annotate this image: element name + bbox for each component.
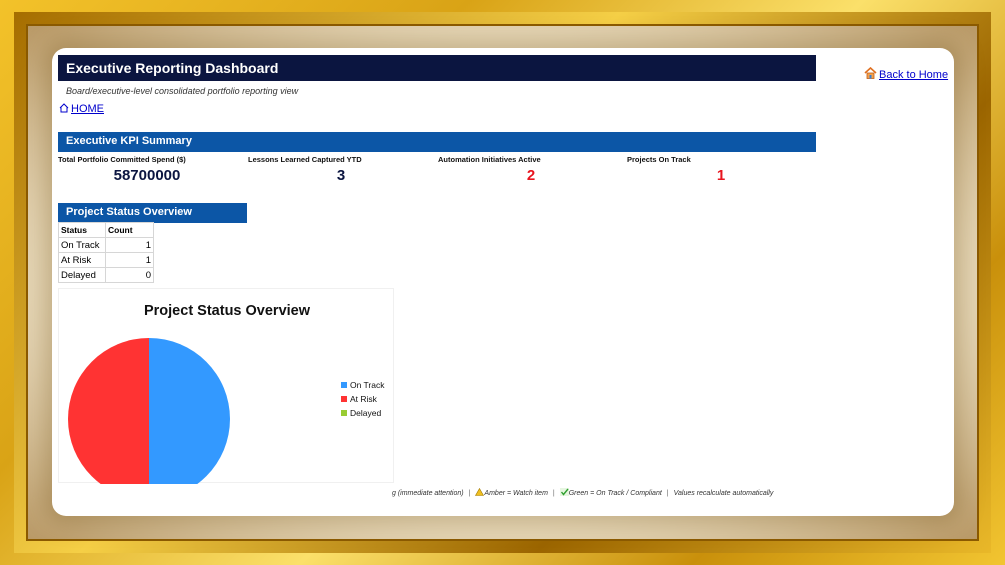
legend-label-delayed: Delayed [350, 408, 382, 418]
page-title: Executive Reporting Dashboard [58, 55, 816, 81]
footer-separator: | [552, 490, 555, 497]
check-icon [559, 488, 569, 496]
legend-swatch-on-track [341, 382, 347, 388]
legend-item-on-track: On Track [341, 380, 384, 394]
legend-swatch-at-risk [341, 396, 347, 402]
status-section-header: Project Status Overview [58, 203, 247, 223]
kpi-label-lessons: Lessons Learned Captured YTD [248, 155, 362, 164]
page-subtitle: Board/executive-level consolidated portf… [66, 86, 299, 96]
footer-separator: | [666, 490, 669, 497]
legend-swatch-delayed [341, 410, 347, 416]
footer-legend-note: g (immediate attention) | Amber = Watch it… [392, 488, 852, 497]
back-to-home-label: Back to Home [879, 69, 949, 81]
kpi-section-header: Executive KPI Summary [58, 132, 816, 152]
table-row: Delayed 0 [58, 267, 154, 283]
status-cell[interactable]: At Risk [58, 252, 106, 268]
chart-legend: On Track At Risk Delayed [341, 380, 384, 422]
kpi-value-lessons: 3 [336, 167, 346, 184]
footer-amber-note: Amber = Watch item [484, 490, 548, 497]
table-row: At Risk 1 [58, 252, 154, 268]
status-cell[interactable]: Delayed [58, 267, 106, 283]
kpi-value-automation: 2 [526, 167, 536, 184]
kpi-label-on-track: Projects On Track [627, 155, 691, 164]
legend-item-delayed: Delayed [341, 408, 384, 422]
footer-red-note: g (immediate attention) [392, 490, 464, 497]
status-pie-chart[interactable]: Project Status Overview On Track At Risk… [58, 288, 394, 484]
column-header-count: Count [105, 222, 154, 238]
house-icon [864, 67, 877, 79]
legend-label-at-risk: At Risk [350, 394, 377, 404]
legend-item-at-risk: At Risk [341, 394, 384, 408]
kpi-value-on-track: 1 [716, 167, 726, 184]
count-cell[interactable]: 1 [105, 237, 154, 253]
status-table: Status Count On Track 1 At Risk 1 Delaye… [58, 222, 154, 283]
footer-separator: | [468, 490, 471, 497]
kpi-value-spend: 58700000 [113, 167, 181, 184]
footer-recalc-note: Values recalculate automatically [673, 490, 774, 497]
footer-green-note: Green = On Track / Compliant [568, 490, 662, 497]
column-header-status: Status [58, 222, 106, 238]
legend-label-on-track: On Track [350, 380, 385, 390]
status-cell[interactable]: On Track [58, 237, 106, 253]
kpi-label-automation: Automation Initiatives Active [438, 155, 541, 164]
pie-slice-at-risk[interactable] [68, 338, 149, 484]
table-row: On Track 1 [58, 237, 154, 253]
pie-slice-on-track[interactable] [149, 338, 230, 484]
house-outline-icon [59, 103, 69, 113]
dashboard-sheet: Executive Reporting Dashboard Board/exec… [52, 48, 954, 516]
home-link-label: HOME [71, 103, 104, 115]
count-cell[interactable]: 0 [105, 267, 154, 283]
count-cell[interactable]: 1 [105, 252, 154, 268]
status-table-header-row: Status Count [58, 222, 154, 238]
back-to-home-link[interactable]: Back to Home [864, 67, 948, 81]
home-link[interactable]: HOME [59, 103, 104, 115]
kpi-label-spend: Total Portfolio Committed Spend ($) [58, 155, 186, 164]
